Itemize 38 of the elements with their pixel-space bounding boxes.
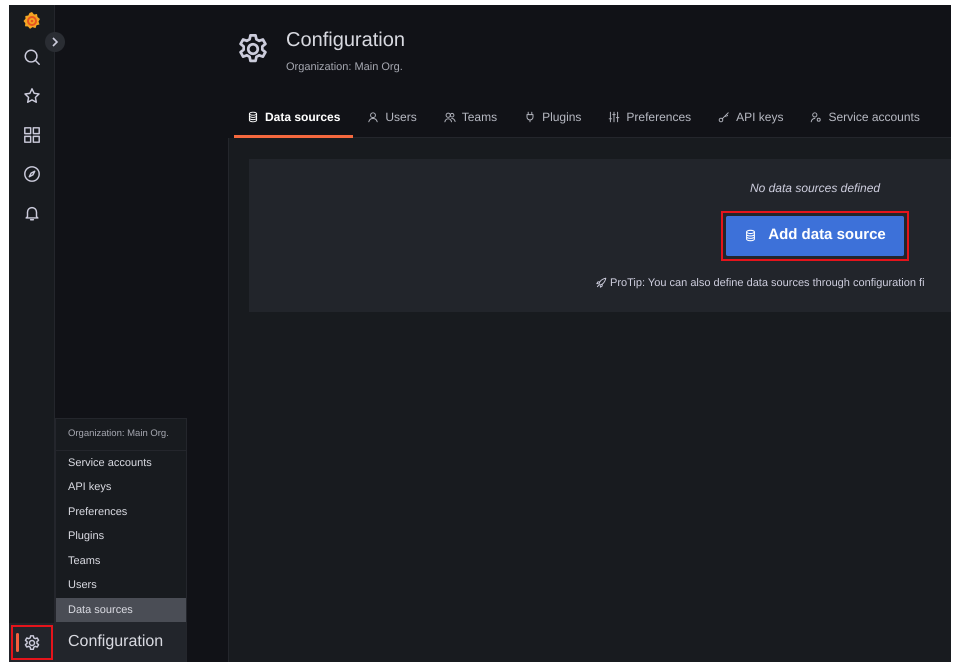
star-icon	[22, 86, 40, 104]
database-icon	[247, 110, 259, 122]
page-subtitle: Organization: Main Org.	[286, 60, 404, 75]
protip-text: ProTip: You can also define data sources through configuration fi	[610, 276, 925, 290]
tab[interactable]: Service accounts	[797, 102, 933, 138]
tab[interactable]: Teams	[430, 102, 510, 138]
sliders-icon	[608, 110, 620, 122]
tab[interactable]: Users	[354, 102, 430, 138]
user-icon	[367, 110, 380, 122]
chevron-right-icon	[51, 37, 59, 47]
key-icon	[718, 110, 730, 122]
database-icon	[744, 229, 758, 242]
tab[interactable]: Preferences	[595, 102, 704, 138]
page-title: Configuration	[286, 28, 405, 53]
menu-item[interactable]: Users	[56, 573, 186, 598]
compass-icon	[22, 164, 40, 182]
rocket-icon	[595, 276, 607, 289]
search-icon	[22, 48, 40, 66]
menu-title: Configuration	[56, 622, 186, 662]
users-icon	[444, 110, 456, 122]
logo-icon	[22, 11, 40, 31]
menu-item[interactable]: Teams	[56, 548, 186, 573]
tab[interactable]: API keys	[705, 102, 796, 138]
menu-header: Organization: Main Org.	[56, 419, 186, 450]
user-gear-icon	[810, 110, 822, 122]
plug-icon	[524, 110, 536, 122]
menu-item[interactable]: Plugins	[56, 524, 186, 548]
add-data-source-button[interactable]: Add data source	[726, 216, 904, 256]
tab[interactable]: Plugins	[511, 102, 594, 138]
menu-item[interactable]: API keys	[56, 475, 186, 500]
grid-icon	[22, 126, 40, 144]
menu-item[interactable]: Preferences	[56, 500, 186, 524]
menu-item[interactable]: Service accounts	[56, 450, 186, 475]
empty-message: No data sources defined	[750, 180, 880, 196]
settings-icon	[22, 634, 40, 652]
menu-item[interactable]: Data sources	[56, 598, 186, 622]
settings-nav-button[interactable]	[9, 623, 54, 662]
expand-button[interactable]	[45, 32, 65, 52]
